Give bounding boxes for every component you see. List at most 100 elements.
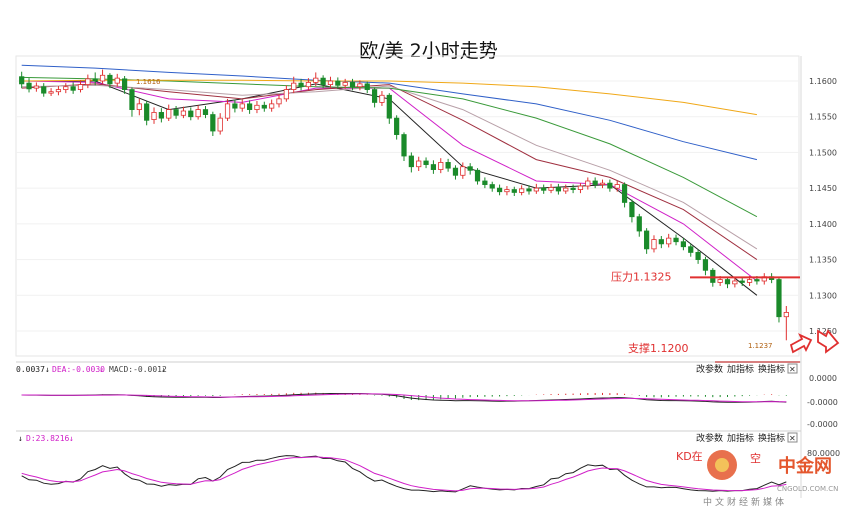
candle-body: [313, 77, 319, 83]
candle-body: [401, 134, 407, 157]
macd-axis-tick: -0.0000: [807, 398, 838, 407]
candle-body: [349, 82, 356, 88]
dea-arrow-icon: ↓: [99, 365, 104, 374]
candle-body: [386, 94, 392, 119]
kd-arrow-icon: ↓: [18, 434, 23, 443]
candle-body: [754, 279, 760, 282]
candle-body: [48, 91, 54, 94]
candle-body: [77, 84, 84, 90]
candle-body: [666, 237, 672, 245]
candle-body: [85, 78, 91, 85]
candle-body: [776, 279, 782, 318]
switch-indicator-button[interactable]: 换指标: [758, 363, 785, 375]
candle-body: [371, 89, 378, 103]
candle-body: [445, 162, 451, 169]
candle-body: [644, 230, 650, 250]
candle-body: [342, 82, 348, 86]
macd-toolbar: 改参数 加指标 换指标 ✕: [696, 363, 798, 375]
candle-body: [658, 239, 664, 245]
candle-body: [224, 103, 231, 119]
candle-body: [33, 85, 39, 89]
candle-body: [114, 77, 120, 84]
candle-body: [202, 109, 209, 115]
candle-body: [55, 89, 62, 93]
change-params-button[interactable]: 改参数: [696, 432, 723, 444]
candle-body: [379, 94, 385, 103]
candle-body: [210, 114, 216, 132]
candle-body: [460, 166, 466, 176]
candle-body: [467, 166, 473, 171]
kd-d-arrow-icon: ↓: [69, 434, 74, 443]
candle-body: [122, 78, 128, 90]
kd-overlay-text: 空: [750, 451, 761, 465]
candle-body: [246, 103, 253, 110]
candle-body: [783, 312, 789, 318]
price-axis: 1.1600 1.1550 1.1500 1.1450 1.1400 1.1350 1.13…: [809, 77, 837, 336]
macd-axis-tick: 0.0000: [809, 374, 837, 383]
candle-body: [695, 252, 701, 260]
low-price-label: 1.1237: [748, 342, 773, 350]
add-indicator-button[interactable]: 加指标: [727, 432, 754, 444]
grid-lines: [16, 80, 800, 332]
candle-body: [129, 89, 135, 110]
candle-body: [592, 180, 598, 185]
candle-body: [423, 160, 429, 165]
candle-body: [680, 241, 686, 248]
candle-body: [291, 82, 297, 90]
candle-body: [335, 80, 341, 86]
candle-body: [327, 80, 334, 85]
candle-body: [555, 187, 562, 192]
candle-body: [232, 103, 238, 109]
kd-toolbar: 改参数 加指标 换指标 ✕: [696, 432, 798, 444]
candle-body: [298, 82, 304, 88]
candle-body: [621, 184, 628, 203]
kd-plot: [21, 455, 787, 493]
switch-indicator-button[interactable]: 换指标: [758, 432, 785, 444]
candle-body: [724, 279, 731, 285]
candle-body: [496, 187, 503, 193]
candle-body: [739, 280, 745, 283]
candle-body: [577, 185, 584, 190]
candle-body: [166, 109, 172, 119]
candle-body: [364, 83, 370, 90]
candle-body: [195, 109, 201, 118]
high-price-label: 1.1616: [136, 78, 161, 86]
candle-body: [19, 76, 25, 85]
candle-body: [717, 279, 723, 283]
watermark-brand: 中金网: [778, 455, 832, 477]
candle-body: [136, 103, 142, 110]
candle-body: [474, 169, 481, 182]
candle-body: [636, 216, 642, 232]
candle-body: [408, 155, 414, 168]
candle-body: [41, 86, 47, 94]
candle-body: [710, 269, 716, 283]
candle-body: [180, 110, 187, 116]
candle-body: [394, 117, 400, 135]
kd-k-line: [21, 455, 787, 493]
candle-body: [305, 82, 312, 88]
candle-body: [357, 83, 363, 88]
candle-body: [63, 86, 69, 90]
kd-d-value-label: D:23.8216: [26, 434, 70, 443]
candle-body: [276, 98, 282, 105]
candle-body: [430, 164, 437, 170]
candle-body: [99, 74, 106, 82]
macd-value-label: 0.0037: [16, 365, 45, 374]
candle-body: [607, 182, 613, 189]
candle-body: [452, 167, 459, 176]
candle-body: [158, 112, 164, 119]
candle-body: [26, 82, 32, 90]
candle-body: [526, 188, 532, 192]
candle-body: [151, 112, 157, 120]
watermark-slogan: 中文财经新媒体: [703, 496, 787, 508]
add-indicator-button[interactable]: 加指标: [727, 363, 754, 375]
change-params-button[interactable]: 改参数: [696, 363, 723, 375]
price-tick-label: 1.1500: [809, 148, 837, 157]
resistance-label: 压力1.1325: [611, 270, 672, 283]
candle-body: [651, 239, 657, 250]
candle-body: [92, 78, 98, 82]
candle-body: [533, 187, 539, 192]
candle-body: [511, 189, 517, 193]
dea-value-label: DEA:-0.0030: [52, 365, 105, 374]
support-label: 支撑1.1200: [628, 341, 689, 355]
